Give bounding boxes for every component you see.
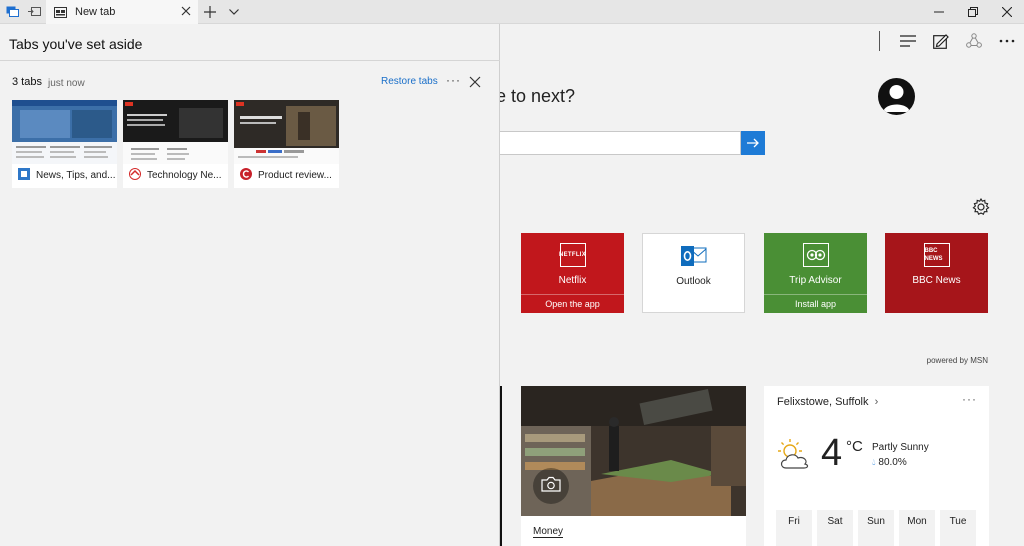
outlook-logo-icon (680, 244, 707, 268)
news-image (521, 386, 746, 516)
new-tab-page-icon (54, 6, 67, 18)
tile-outlook[interactable]: Outlook (642, 233, 745, 313)
new-tab-page: e to next? NETFLIX Netflix Open the app … (500, 58, 1024, 546)
camera-icon (541, 476, 561, 492)
set-aside-tab-thumbnail[interactable]: News, Tips, and... (12, 100, 117, 188)
news-divider (500, 386, 502, 546)
product-review-favicon-icon (240, 168, 252, 180)
forecast-day[interactable]: Tue (940, 510, 976, 546)
tab-screenshot (12, 100, 117, 164)
tile-name: Outlook (676, 276, 711, 287)
weather-humidity: 💧︎ 80.0% (872, 457, 907, 468)
share-icon[interactable] (962, 30, 986, 52)
page-question: e to next? (500, 86, 576, 106)
close-icon[interactable] (469, 76, 481, 88)
close-tab-icon[interactable] (180, 5, 192, 17)
weather-temperature: 4 (821, 432, 843, 474)
tile-name: Trip Advisor (789, 275, 842, 286)
forecast-day[interactable]: Fri (776, 510, 812, 546)
tab-screenshot (123, 100, 228, 164)
search-go-button[interactable] (741, 131, 765, 155)
panel-title: Tabs you've set aside (9, 36, 143, 52)
weather-card[interactable]: Felixstowe, Suffolk › ··· 4 °C Partly Su… (764, 386, 989, 546)
hub-icon[interactable] (896, 30, 920, 52)
tab-title: New tab (75, 6, 116, 18)
forecast-day[interactable]: Sun (858, 510, 894, 546)
gear-icon[interactable] (972, 198, 990, 216)
set-aside-tab-thumbnail[interactable]: Technology Ne... (123, 100, 228, 188)
avatar[interactable] (878, 78, 915, 115)
tile-name: Netflix (558, 275, 587, 286)
tile-name: BBC News (912, 275, 961, 286)
news-favicon-icon (18, 168, 30, 180)
web-note-icon[interactable] (929, 30, 953, 52)
powered-by-msn: powered by MSN (926, 356, 988, 365)
weather-unit[interactable]: °C (846, 438, 863, 455)
netflix-logo-icon: NETFLIX (559, 243, 586, 267)
tab-group-count: 3 tabs (12, 76, 42, 88)
new-tab-plus-icon[interactable] (201, 0, 219, 24)
chevron-down-icon[interactable] (226, 0, 242, 24)
close-window-icon[interactable] (990, 0, 1024, 24)
weather-condition: Partly Sunny (872, 442, 929, 453)
weather-more-button[interactable]: ··· (962, 392, 977, 406)
chevron-right-icon: › (874, 396, 879, 408)
tab-preview-icon[interactable] (4, 0, 22, 24)
set-aside-tabs-icon[interactable] (26, 0, 44, 24)
tab-group-more-button[interactable]: ··· (446, 73, 461, 87)
more-menu-icon[interactable] (995, 30, 1019, 52)
restore-tabs-link[interactable]: Restore tabs (381, 76, 438, 87)
tile-action[interactable]: Install app (764, 294, 867, 309)
browser-toolbar (500, 24, 1024, 58)
tab-bar: New tab (0, 0, 1024, 24)
tile-trip-advisor[interactable]: Trip Advisor Install app (764, 233, 867, 313)
weather-location[interactable]: Felixstowe, Suffolk › (777, 396, 878, 408)
tile-netflix[interactable]: NETFLIX Netflix Open the app (521, 233, 624, 313)
tripadvisor-owl-icon (802, 243, 829, 267)
set-aside-tab-thumbnail[interactable]: Product review... (234, 100, 339, 188)
news-category-label[interactable]: Money (533, 526, 564, 538)
forecast-day[interactable]: Sat (817, 510, 853, 546)
tile-action[interactable]: Open the app (521, 294, 624, 309)
technology-favicon-icon (129, 168, 141, 180)
droplet-icon: 💧︎ (872, 457, 876, 467)
tab-new-tab[interactable]: New tab (46, 0, 198, 24)
set-aside-tab-title: News, Tips, and... (36, 170, 116, 181)
bbc-news-logo-icon: BBC NEWS (923, 243, 950, 267)
tab-group-time: just now (48, 78, 85, 89)
set-aside-tab-title: Technology Ne... (147, 170, 222, 181)
search-input[interactable] (500, 131, 741, 155)
forecast-day[interactable]: Mon (899, 510, 935, 546)
restore-window-icon[interactable] (956, 0, 990, 24)
minimize-icon[interactable] (922, 0, 956, 24)
tabs-set-aside-panel: Tabs you've set aside 3 tabs just now Re… (0, 24, 500, 546)
panel-divider (0, 60, 500, 61)
toolbar-divider (879, 31, 880, 51)
tile-bbc-news[interactable]: BBC NEWS BBC News (885, 233, 988, 313)
partly-sunny-icon (778, 439, 809, 469)
news-card[interactable]: Money (521, 386, 746, 546)
arrow-right-icon (747, 138, 759, 148)
set-aside-tab-title: Product review... (258, 170, 332, 181)
tab-screenshot (234, 100, 339, 164)
